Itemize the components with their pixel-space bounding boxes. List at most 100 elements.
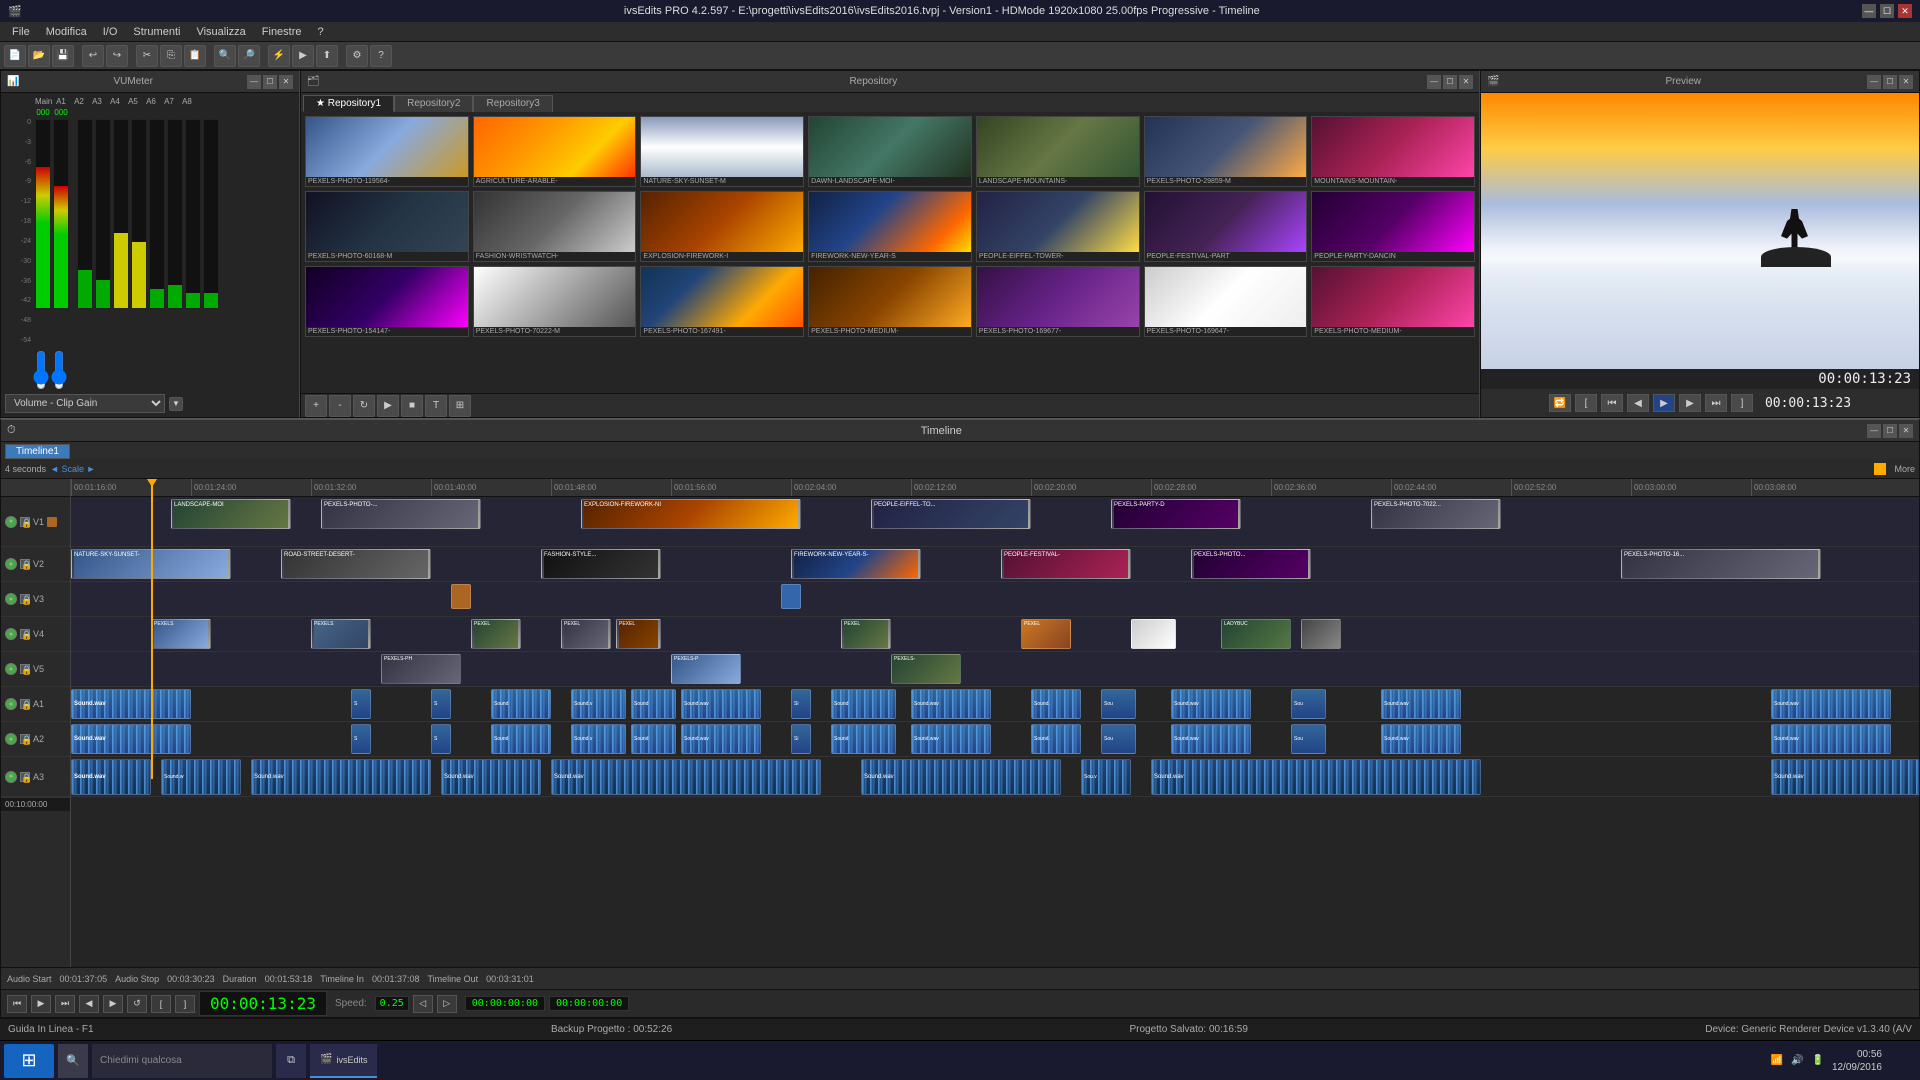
table-row[interactable]: LANDSCAPE-MOI [171,499,291,529]
table-row[interactable]: PEXEL [1021,619,1071,649]
list-item[interactable]: PEXELS-PHOTO-MEDIUM- [808,266,972,337]
preview-in-button[interactable]: [ [1575,394,1597,412]
table-row[interactable]: PEXELS-PHOTO-16... [1621,549,1821,579]
table-row[interactable]: Sound.wav [1771,689,1891,719]
table-row[interactable]: Sound.wav [681,689,761,719]
table-row[interactable]: Sound.v [571,689,626,719]
repo-close[interactable]: ✕ [1459,75,1473,89]
table-row[interactable] [451,584,471,609]
fader-main-r[interactable] [51,350,67,390]
preview-maximize[interactable]: ☐ [1883,75,1897,89]
repo-play-button[interactable]: ▶ [377,395,399,417]
timeline-maximize[interactable]: ☐ [1883,424,1897,438]
track-enable-v1[interactable]: ● [5,516,17,528]
tl-in-button[interactable]: [ [151,995,171,1013]
list-item[interactable]: MOUNTAINS-MOUNTAIN- [1311,116,1475,187]
repo-minimize[interactable]: — [1427,75,1441,89]
table-row[interactable]: Sound.wav [1381,689,1461,719]
track-lock-a3[interactable]: 🔒 [20,772,30,782]
table-row[interactable]: Sound.wav [71,759,151,795]
table-row[interactable]: Sound.wav [861,759,1061,795]
list-item[interactable]: PEOPLE-FESTIVAL-PART [1144,191,1308,262]
table-row[interactable]: Sound [491,724,551,754]
export-button[interactable]: ⬆ [316,45,338,67]
tl-audio-contract[interactable]: ▷ [437,995,457,1013]
list-item[interactable]: PEXELS-PHOTO-169677- [976,266,1140,337]
vumeter-minimize[interactable]: — [247,75,261,89]
list-item[interactable]: EXPLOSION-FIREWORK-I [640,191,804,262]
table-row[interactable]: Sound [831,689,896,719]
copy-button[interactable]: ⎘ [160,45,182,67]
table-row[interactable]: PEXEL [616,619,661,649]
track-lock-v4[interactable]: 🔒 [20,629,30,639]
list-item[interactable]: PEXELS-PHOTO-169647- [1144,266,1308,337]
vumeter-close[interactable]: ✕ [279,75,293,89]
table-row[interactable]: Sound.wav [1771,759,1919,795]
playhead-marker[interactable] [1874,463,1886,475]
tl-out-button[interactable]: ] [175,995,195,1013]
taskbar-clock[interactable]: 00:56 12/09/2016 [1832,1048,1882,1074]
table-row[interactable]: Sou.v [1081,759,1131,795]
list-item[interactable]: AGRICULTURE-ARABLE- [473,116,637,187]
undo-button[interactable]: ↩ [82,45,104,67]
preview-fast-forward-button[interactable]: ⏭ [1705,394,1727,412]
table-row[interactable] [781,584,801,609]
repo-tab-2[interactable]: Repository2 [394,95,473,112]
table-row[interactable]: Sound.wav [71,689,191,719]
list-item[interactable]: PEXELS-PHOTO-167491- [640,266,804,337]
track-enable-a2[interactable]: ● [5,733,17,745]
table-row[interactable]: Sound.wav [1381,724,1461,754]
repo-stop-button[interactable]: ■ [401,395,423,417]
table-row[interactable]: PEXELS-PH [381,654,461,684]
table-row[interactable]: PEOPLE-EIFFEL-TO... [871,499,1031,529]
track-enable-a3[interactable]: ● [5,771,17,783]
cut-button[interactable]: ✂ [136,45,158,67]
table-row[interactable]: Sound [631,724,676,754]
menu-file[interactable]: File [4,26,38,38]
tl-step-fwd-button[interactable]: ▶ [103,995,123,1013]
list-item[interactable]: FIREWORK-NEW-YEAR-S [808,191,972,262]
track-lock-v3[interactable]: 🔒 [20,594,30,604]
search-icon-button[interactable]: 🔍 [58,1044,88,1078]
render-button[interactable]: ▶ [292,45,314,67]
repo-text-button[interactable]: T [425,395,447,417]
track-lock-a2[interactable]: 🔒 [20,734,30,744]
repo-tab-3[interactable]: Repository3 [473,95,552,112]
open-button[interactable]: 📂 [28,45,50,67]
save-button[interactable]: 💾 [52,45,74,67]
table-row[interactable]: EXPLOSION-FIREWORK-NI [581,499,801,529]
preview-rewind-button[interactable]: ⏮ [1601,394,1623,412]
tl-audio-expand[interactable]: ◁ [413,995,433,1013]
list-item[interactable]: PEOPLE-EIFFEL-TOWER- [976,191,1140,262]
vu-expand-button[interactable]: ▼ [169,397,183,411]
table-row[interactable]: Sou [1101,724,1136,754]
list-item[interactable]: PEXELS-PHOTO-60168-M [305,191,469,262]
maximize-button[interactable]: ☐ [1880,4,1894,18]
repo-refresh-button[interactable]: ↻ [353,395,375,417]
table-row[interactable]: Sound.wav [1771,724,1891,754]
table-row[interactable]: PEXELS-PHOTO... [1191,549,1311,579]
table-row[interactable]: Sound.wav [551,759,821,795]
table-row[interactable]: Sound.wav [1151,759,1481,795]
tl-go-start-button[interactable]: ⏮ [7,995,27,1013]
list-item[interactable]: DAWN-LANDSCAPE-MOI- [808,116,972,187]
table-row[interactable]: Sound.wav [1171,724,1251,754]
menu-finestre[interactable]: Finestre [254,26,310,38]
repo-remove-button[interactable]: - [329,395,351,417]
table-row[interactable] [1131,619,1176,649]
table-row[interactable]: S [431,689,451,719]
track-lock-v2[interactable]: 🔒 [20,559,30,569]
settings-button[interactable]: ⚙ [346,45,368,67]
close-button[interactable]: ✕ [1898,4,1912,18]
table-row[interactable]: FASHION-STYLE... [541,549,661,579]
table-row[interactable]: PEOPLE-FESTIVAL- [1001,549,1131,579]
timeline-tab-1[interactable]: Timeline1 [5,444,70,459]
repo-grid-button[interactable]: ⊞ [449,395,471,417]
menu-modifica[interactable]: Modifica [38,26,95,38]
table-row[interactable]: Sound.w [161,759,241,795]
table-row[interactable]: Sound [491,689,551,719]
table-row[interactable]: Sound.wav [71,724,191,754]
list-item[interactable]: PEXELS-PHOTO-MEDIUM- [1311,266,1475,337]
table-row[interactable]: Sound. [1031,689,1081,719]
table-row[interactable]: S [351,724,371,754]
